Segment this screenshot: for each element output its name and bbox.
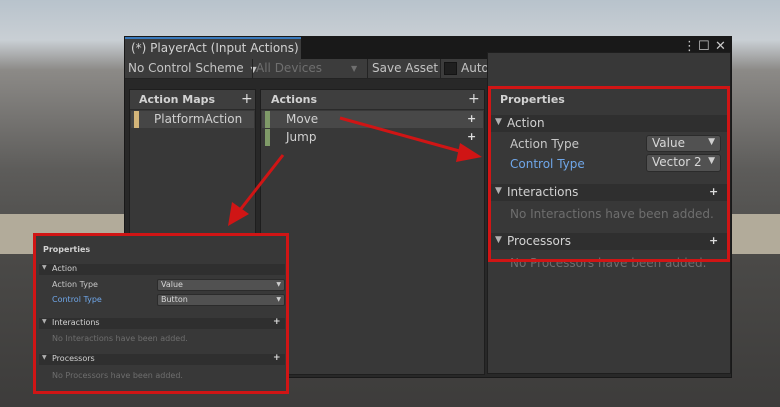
annotation-arrows [228, 116, 482, 226]
arrow-head [456, 143, 482, 162]
arrow-to-properties [339, 116, 464, 154]
arrow-head [228, 202, 249, 226]
arrow-to-zoom [238, 154, 285, 211]
